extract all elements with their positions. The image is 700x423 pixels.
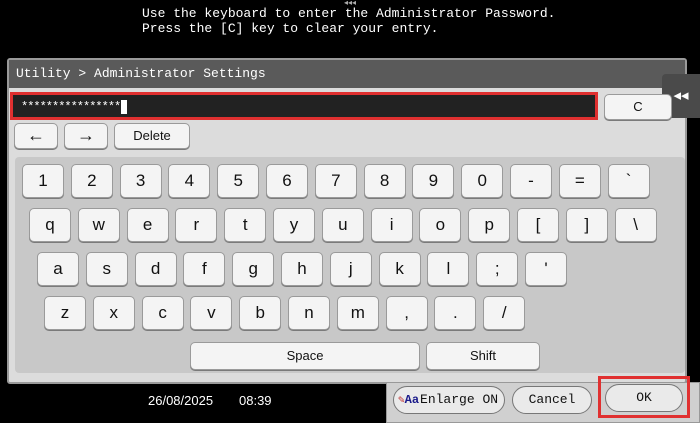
shift-key[interactable]: Shift bbox=[426, 342, 540, 370]
key-2-10[interactable]: p bbox=[468, 208, 511, 242]
cursor-left-button[interactable]: ← bbox=[14, 123, 58, 149]
delete-button[interactable]: Delete bbox=[114, 123, 190, 149]
instruction-line-1: Use the keyboard to enter the Administra… bbox=[142, 6, 556, 21]
key-2-11[interactable]: [ bbox=[517, 208, 559, 242]
key-4-1[interactable]: z bbox=[44, 296, 86, 330]
key-1-7[interactable]: 7 bbox=[314, 164, 357, 198]
date-display: 26/08/2025 bbox=[148, 393, 214, 408]
key-3-5[interactable]: g bbox=[232, 252, 275, 286]
key-2-6[interactable]: y bbox=[273, 208, 315, 242]
key-2-3[interactable]: e bbox=[126, 208, 169, 242]
key-2-4[interactable]: r bbox=[175, 208, 218, 242]
cancel-button[interactable]: Cancel bbox=[512, 386, 592, 414]
time-display: 08:39 bbox=[239, 393, 272, 408]
key-4-9[interactable]: . bbox=[434, 296, 477, 330]
text-cursor bbox=[121, 99, 128, 114]
instruction-line-2: Press the [C] key to clear your entry. bbox=[142, 21, 439, 36]
key-1-1[interactable]: 1 bbox=[22, 164, 64, 198]
key-1-12[interactable]: = bbox=[558, 164, 601, 198]
key-3-9[interactable]: l bbox=[427, 252, 470, 286]
password-masked-text: **************** bbox=[21, 100, 121, 114]
key-3-1[interactable]: a bbox=[37, 252, 79, 286]
key-1-9[interactable]: 9 bbox=[412, 164, 455, 198]
key-3-7[interactable]: j bbox=[329, 252, 372, 286]
space-key[interactable]: Space bbox=[190, 342, 420, 370]
key-1-3[interactable]: 3 bbox=[119, 164, 162, 198]
double-left-arrow-icon: ◂◂ bbox=[673, 87, 689, 104]
key-2-5[interactable]: t bbox=[224, 208, 267, 242]
key-1-6[interactable]: 6 bbox=[266, 164, 308, 198]
key-4-10[interactable]: / bbox=[483, 296, 526, 330]
ok-button[interactable]: OK bbox=[605, 384, 683, 412]
instruction-message: Use the keyboard to enter the Administra… bbox=[142, 6, 677, 56]
key-3-3[interactable]: d bbox=[134, 252, 177, 286]
key-4-8[interactable]: , bbox=[385, 296, 428, 330]
key-2-8[interactable]: i bbox=[370, 208, 413, 242]
key-1-13[interactable]: ` bbox=[607, 164, 650, 198]
key-4-5[interactable]: b bbox=[239, 296, 282, 330]
key-4-7[interactable]: m bbox=[336, 296, 379, 330]
key-4-4[interactable]: v bbox=[190, 296, 233, 330]
enlarge-label: Enlarge ON bbox=[420, 392, 499, 407]
key-3-11[interactable]: ' bbox=[525, 252, 567, 286]
key-2-2[interactable]: w bbox=[77, 208, 120, 242]
key-4-6[interactable]: n bbox=[288, 296, 330, 330]
password-input[interactable]: **************** bbox=[10, 92, 598, 120]
breadcrumb: Utility > Administrator Settings bbox=[9, 60, 685, 88]
key-1-11[interactable]: - bbox=[510, 164, 552, 198]
key-4-3[interactable]: c bbox=[141, 296, 184, 330]
key-4-2[interactable]: x bbox=[92, 296, 135, 330]
key-2-13[interactable]: \ bbox=[614, 208, 657, 242]
key-2-9[interactable]: o bbox=[419, 208, 462, 242]
cursor-right-button[interactable]: → bbox=[64, 123, 108, 149]
key-1-4[interactable]: 4 bbox=[168, 164, 211, 198]
enlarge-aa-icon: Aa bbox=[404, 393, 420, 407]
key-2-7[interactable]: u bbox=[321, 208, 364, 242]
key-1-5[interactable]: 5 bbox=[217, 164, 260, 198]
key-3-4[interactable]: f bbox=[183, 252, 226, 286]
enlarge-button[interactable]: ✎AaEnlarge ON bbox=[393, 386, 505, 414]
key-1-2[interactable]: 2 bbox=[70, 164, 113, 198]
key-2-12[interactable]: ] bbox=[565, 208, 608, 242]
key-3-10[interactable]: ; bbox=[476, 252, 519, 286]
key-1-10[interactable]: 0 bbox=[461, 164, 504, 198]
clear-button[interactable]: C bbox=[604, 94, 672, 120]
key-3-2[interactable]: s bbox=[85, 252, 128, 286]
pen-icon: ✎ bbox=[398, 395, 405, 407]
key-1-8[interactable]: 8 bbox=[363, 164, 406, 198]
key-3-6[interactable]: h bbox=[281, 252, 323, 286]
key-2-1[interactable]: q bbox=[29, 208, 71, 242]
key-3-8[interactable]: k bbox=[378, 252, 421, 286]
